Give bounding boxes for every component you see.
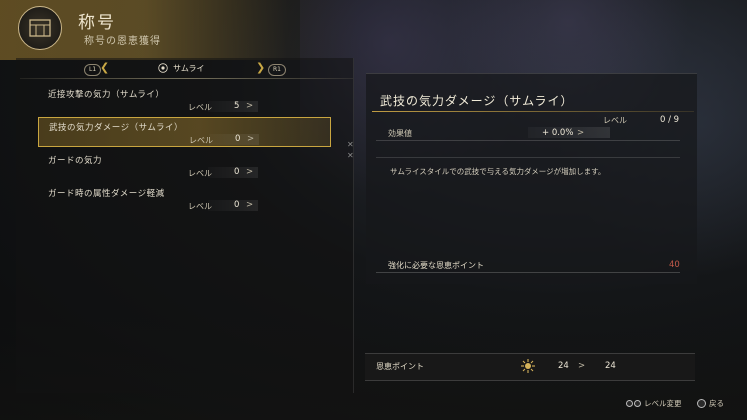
points-current: 24 (558, 361, 569, 371)
divider (376, 140, 680, 141)
skill-name: ガード時の属性ダメージ軽減 (48, 189, 165, 199)
page-subtitle: 称号の恩恵獲得 (84, 36, 161, 47)
points-after: 24 (605, 361, 616, 371)
level-value: 5 (234, 101, 240, 111)
detail-level-label: レベル (603, 116, 627, 125)
skill-row[interactable]: ガードの気力 レベル 0 > (38, 151, 331, 181)
tab-prev-arrow-icon[interactable]: ❮ (100, 61, 109, 75)
chevron-right-icon: > (246, 167, 254, 177)
blessing-points-icon (521, 359, 535, 373)
l1-button[interactable]: L1 (84, 64, 102, 76)
level-value: 0 (235, 134, 241, 144)
level-change-hint[interactable]: レベル変更 (626, 398, 682, 409)
detail-level-value: 0 / 9 (660, 115, 680, 125)
chevron-right-icon: > (246, 101, 254, 111)
cost-label: 強化に必要な恩恵ポイント (388, 261, 484, 270)
effect-label: 効果値 (388, 129, 412, 138)
chevron-right-icon: > (577, 128, 585, 138)
level-label: レベル (188, 202, 212, 211)
skill-row[interactable]: 近接攻撃の気力（サムライ） レベル 5 > (38, 85, 331, 115)
title-emblem-icon (18, 6, 62, 50)
dpad-left-right-icon (626, 400, 641, 407)
level-label: レベル (188, 169, 212, 178)
back-hint[interactable]: 戻る (697, 398, 724, 409)
detail-title-underline (372, 111, 694, 112)
samurai-crest-icon (158, 63, 168, 73)
tab-samurai[interactable]: サムライ (158, 61, 204, 75)
cost-value: 40 (669, 260, 680, 270)
style-tab-bar: L1 ❮ サムライ ❯ R1 (72, 61, 292, 76)
page-title: 称号 (78, 13, 116, 33)
r1-button[interactable]: R1 (268, 64, 286, 76)
skill-name: 武技の気力ダメージ（サムライ） (49, 123, 183, 133)
chevron-right-icon: > (246, 200, 254, 210)
skill-row[interactable]: ガード時の属性ダメージ軽減 レベル 0 > (38, 184, 331, 214)
close-icon: ✕ (347, 140, 354, 149)
close-icon: ✕ (347, 151, 354, 160)
chevron-right-icon: > (247, 134, 255, 144)
level-value: 0 (234, 200, 240, 210)
divider (376, 272, 680, 273)
tab-label: サムライ (173, 63, 205, 73)
effect-value: + 0.0% (542, 128, 574, 138)
level-value: 0 (234, 167, 240, 177)
skill-name: 近接攻撃の気力（サムライ） (48, 90, 165, 100)
skill-row-selected[interactable]: 武技の気力ダメージ（サムライ） レベル 0 > (38, 117, 331, 147)
level-change-label: レベル変更 (644, 399, 682, 408)
skill-description: サムライスタイルでの武技で与える気力ダメージが増加します。 (390, 167, 606, 176)
back-label: 戻る (709, 399, 724, 408)
level-label: レベル (188, 103, 212, 112)
skill-name: ガードの気力 (48, 156, 103, 166)
detail-title: 武技の気力ダメージ（サムライ） (380, 94, 574, 108)
circle-button-icon (697, 399, 706, 408)
points-label: 恩恵ポイント (376, 362, 424, 371)
tab-next-arrow-icon[interactable]: ❯ (256, 61, 265, 75)
chevron-right-icon: > (578, 361, 586, 371)
tab-divider (20, 78, 353, 79)
level-label: レベル (189, 136, 213, 145)
